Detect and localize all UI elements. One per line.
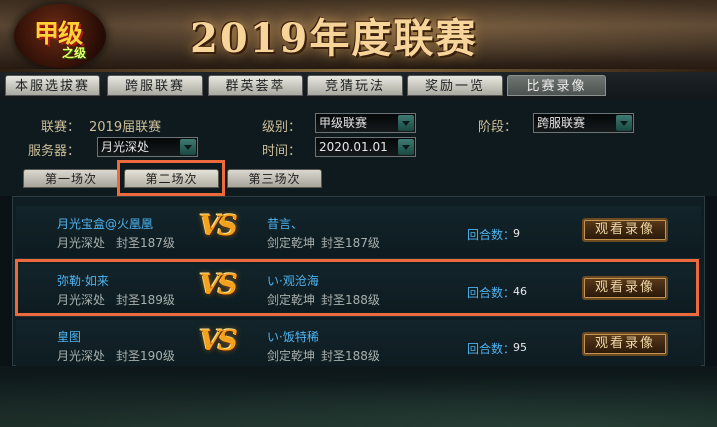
vs-emblem: VS	[199, 324, 238, 357]
page-title: 2019年度联赛	[190, 15, 478, 62]
level-select-value: 甲级联赛	[319, 116, 368, 130]
right-player-name: 昔言、	[267, 217, 304, 231]
watch-replay-button[interactable]: 观看录像	[582, 218, 668, 242]
logo-sub-text: 之级	[62, 46, 87, 60]
active-round-highlight	[117, 160, 225, 196]
round-count-label: 回合数：	[467, 342, 516, 356]
chevron-down-icon[interactable]	[616, 115, 632, 131]
right-player-server: 剑定乾坤	[267, 349, 316, 363]
tab-rewards-overview[interactable]: 奖励一览	[407, 75, 503, 96]
stage-select[interactable]: 跨服联赛	[533, 113, 634, 133]
right-player-level: 封圣188级	[321, 349, 380, 363]
left-player-name: 皇图	[57, 330, 82, 344]
round-count-value: 95	[513, 341, 527, 354]
chevron-down-icon[interactable]	[398, 115, 414, 131]
league-value: 2019届联赛	[89, 120, 162, 135]
left-player-level: 封圣190级	[116, 349, 175, 363]
stage-select-value: 跨服联赛	[537, 116, 586, 130]
header-banner: 甲级 之级 2019年度联赛	[0, 0, 717, 72]
chevron-down-icon[interactable]	[180, 139, 196, 155]
round-count-label: 回合数：	[467, 228, 516, 242]
right-player-level: 封圣187级	[321, 236, 380, 250]
tab-local-selection[interactable]: 本服选拔赛	[5, 75, 100, 96]
time-select[interactable]: 2020.01.01	[315, 137, 416, 157]
left-player-name: 月光宝盒@火凰凰	[57, 217, 154, 231]
tab-guessing-game[interactable]: 竞猜玩法	[307, 75, 403, 96]
server-label: 服务器：	[28, 144, 81, 159]
selected-match-highlight	[15, 259, 699, 316]
tab-match-replays[interactable]: 比赛录像	[507, 75, 606, 96]
round-count-value: 9	[513, 227, 520, 240]
tab-round-3[interactable]: 第三场次	[227, 169, 322, 188]
level-label: 级别：	[262, 120, 302, 135]
left-player-server: 月光深处	[57, 349, 106, 363]
left-player-level: 封圣187级	[116, 236, 175, 250]
right-player-name: い·饭特稀	[267, 330, 319, 344]
time-label: 时间：	[262, 144, 302, 159]
background-scenery	[0, 366, 717, 427]
tab-cross-server-league[interactable]: 跨服联赛	[107, 75, 203, 96]
tab-round-1[interactable]: 第一场次	[23, 169, 119, 188]
chevron-down-icon[interactable]	[398, 139, 414, 155]
server-select[interactable]: 月光深处	[97, 137, 198, 157]
right-player-server: 剑定乾坤	[267, 236, 316, 250]
watch-replay-button[interactable]: 观看录像	[582, 332, 668, 356]
time-select-value: 2020.01.01	[319, 140, 388, 154]
server-select-value: 月光深处	[101, 140, 150, 154]
left-player-server: 月光深处	[57, 236, 106, 250]
stage-label: 阶段：	[478, 120, 518, 135]
level-select[interactable]: 甲级联赛	[315, 113, 416, 133]
tab-heroes-gathering[interactable]: 群英荟萃	[208, 75, 303, 96]
game-logo: 甲级 之级	[14, 4, 106, 68]
league-label: 联赛：	[41, 120, 81, 135]
vs-emblem: VS	[199, 209, 238, 242]
